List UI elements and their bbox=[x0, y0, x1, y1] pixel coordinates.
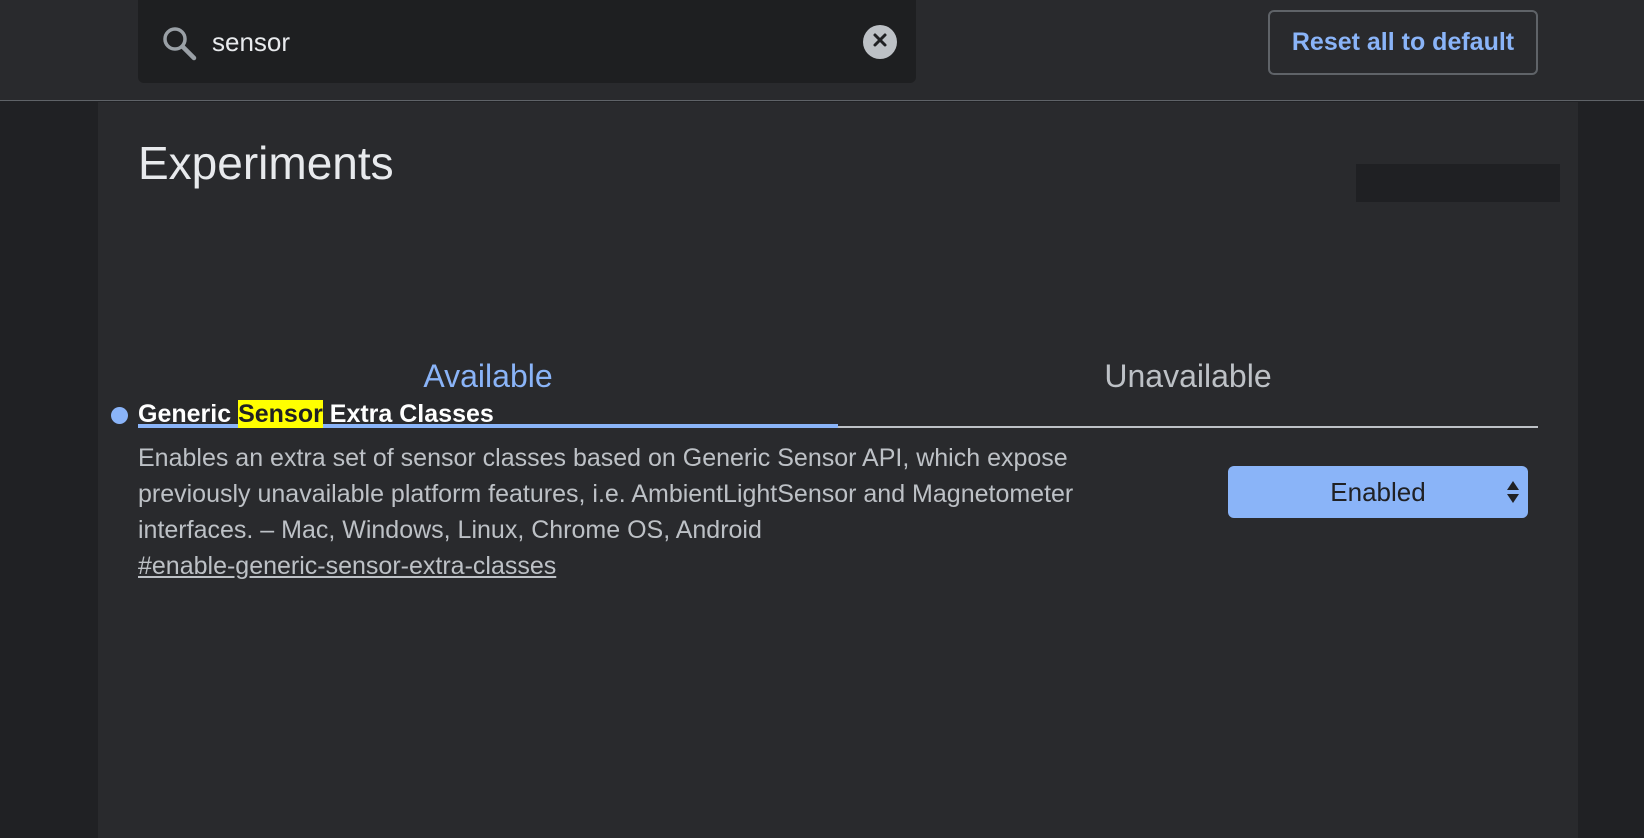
search-icon bbox=[160, 24, 198, 62]
flag-title-prefix: Generic bbox=[138, 400, 239, 428]
flag-title-suffix: Extra Classes bbox=[322, 400, 494, 428]
tab-unavailable[interactable]: Unavailable bbox=[838, 322, 1538, 430]
select-value: Enabled bbox=[1330, 476, 1426, 507]
flag-title: Generic Sensor Extra Classes bbox=[138, 400, 494, 429]
search-input[interactable] bbox=[212, 20, 812, 64]
search-match-highlight: Sensor bbox=[238, 400, 323, 428]
flag-modified-dot-icon bbox=[111, 407, 128, 424]
flag-permalink[interactable]: #enable-generic-sensor-extra-classes bbox=[138, 552, 556, 581]
flag-state-select[interactable]: Enabled bbox=[1228, 466, 1528, 518]
search-box[interactable] bbox=[138, 0, 916, 83]
main-content: Experiments Available Unavailable Generi… bbox=[98, 102, 1578, 838]
version-label bbox=[1356, 164, 1560, 202]
page-title: Experiments bbox=[138, 137, 394, 189]
reset-all-button[interactable]: Reset all to default bbox=[1268, 10, 1538, 75]
close-icon bbox=[872, 32, 888, 53]
flag-description: Enables an extra set of sensor classes b… bbox=[138, 444, 1074, 544]
header-bar: Reset all to default bbox=[0, 0, 1644, 101]
select-arrows-icon bbox=[1506, 478, 1520, 506]
clear-search-button[interactable] bbox=[863, 25, 897, 59]
